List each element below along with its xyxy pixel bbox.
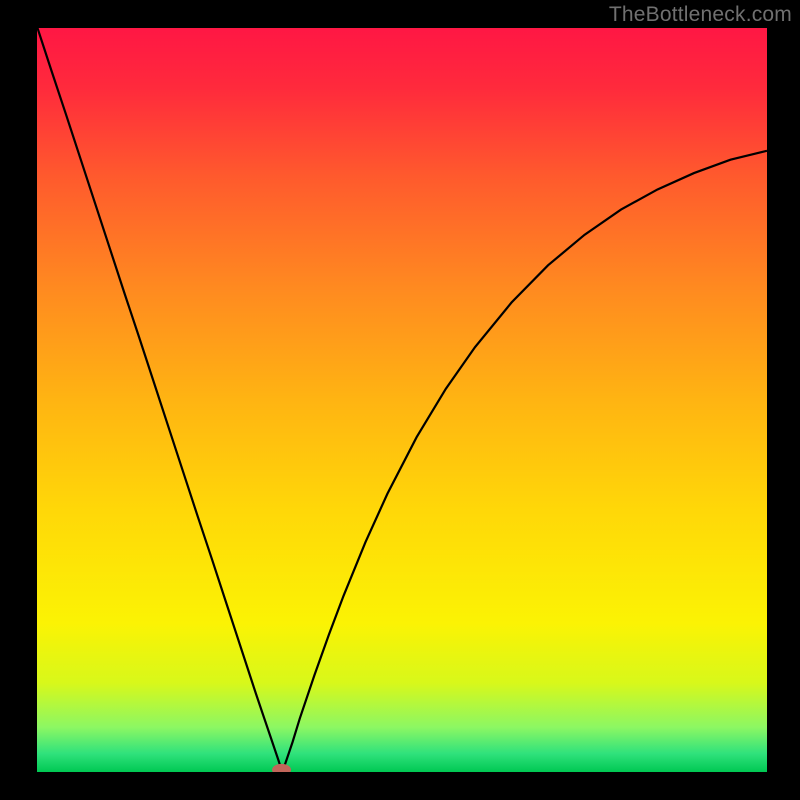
chart-background <box>37 28 767 772</box>
chart-frame: TheBottleneck.com <box>0 0 800 800</box>
chart-svg <box>37 28 767 772</box>
watermark-text: TheBottleneck.com <box>609 3 792 27</box>
plot-area <box>37 28 767 772</box>
